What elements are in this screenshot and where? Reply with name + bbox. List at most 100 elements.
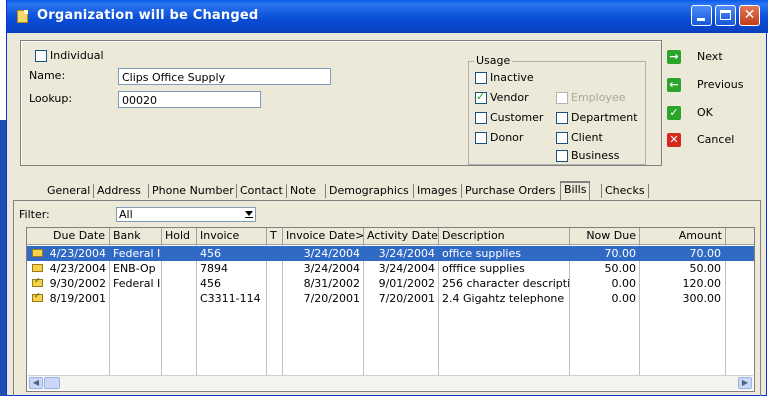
scroll-left-icon[interactable]: ◀ [29,377,43,389]
client-checkbox[interactable] [556,132,568,144]
individual-checkbox[interactable] [35,50,47,62]
client-label: Client [571,131,603,144]
previous-label: Previous [697,78,744,91]
vendor-label: Vendor [490,91,529,104]
donor-label: Donor [490,131,524,144]
minimize-icon [697,18,705,21]
vendor-checkbox[interactable] [475,90,487,104]
employee-checkbox [556,92,568,104]
column-header-due-date[interactable]: Due Date [27,228,110,245]
cell-due-date: 8/19/2001 [49,292,106,305]
cell-invoice-date: 3/24/2004 [303,247,360,260]
previous-button[interactable]: ← Previous [667,76,767,96]
cell-amount: 50.00 [689,262,722,275]
next-label: Next [697,50,723,63]
ok-button[interactable]: ✓ OK [667,104,767,124]
table-row[interactable]: 4/23/2004 ENB-Op 7894 3/24/2004 3/24/200… [27,261,754,276]
maximize-button[interactable] [715,5,736,26]
inactive-checkbox[interactable] [475,72,487,84]
scroll-right-icon[interactable]: ▶ [738,377,752,389]
donor-checkbox[interactable] [475,132,487,144]
cell-invoice: 456 [200,277,221,290]
tab-general[interactable]: General [44,184,93,198]
cell-activity-date: 3/24/2004 [378,262,435,275]
tab-bills[interactable]: Bills [560,181,591,201]
cell-activity-date: 7/20/2001 [378,292,435,305]
lookup-field[interactable]: 00020 [118,91,261,108]
cell-bank [113,291,161,306]
cell-now-due: 70.00 [604,247,637,260]
usage-title: Usage [474,54,513,67]
cell-invoice: 456 [200,247,221,260]
cancel-button[interactable]: ✕ Cancel [667,131,767,151]
scroll-thumb[interactable] [44,377,60,389]
business-label: Business [571,149,620,162]
cell-invoice-date: 7/20/2001 [303,292,360,305]
name-field[interactable]: Clips Office Supply [118,68,331,85]
tab-checks[interactable]: Checks [601,184,649,198]
employee-label: Employee [571,91,626,104]
cell-invoice-date: 3/24/2004 [303,262,360,275]
arrow-right-icon: → [667,50,681,64]
table-row[interactable]: 8/19/2001 C3311-114 7/20/2001 7/20/2001 … [27,291,754,306]
tab-address[interactable]: Address [93,184,144,198]
lookup-label: Lookup: [29,92,73,105]
cancel-label: Cancel [697,133,735,146]
filter-label: Filter: [19,208,50,221]
bills-table[interactable]: Due Date Bank Hold Invoice T Invoice Dat… [26,227,755,392]
horizontal-scrollbar[interactable]: ◀ ▶ [28,375,753,390]
column-header-bank[interactable]: Bank [110,228,162,245]
filter-value: All [119,208,133,221]
tab-images[interactable]: Images [413,184,460,198]
checkmark-icon: ✓ [667,106,681,120]
cell-due-date: 9/30/2002 [49,277,106,290]
column-header-description[interactable]: Description [439,228,570,245]
tab-phone-number[interactable]: Phone Number [148,184,237,198]
cell-now-due: 0.00 [611,292,637,305]
cell-activity-date: 3/24/2004 [378,247,435,260]
column-header-amount[interactable]: Amount [640,228,726,245]
cell-hold [165,261,195,276]
tab-demographics[interactable]: Demographics [325,184,412,198]
cell-bank: Federal I [113,277,161,290]
tab-note[interactable]: Note [286,184,319,198]
cell-description: 2.4 Gigahtz telephone [442,292,565,305]
cell-due-date: 4/23/2004 [49,262,106,275]
minimize-button[interactable] [691,5,712,26]
column-header-invoice-date[interactable]: Invoice Date> [283,228,364,245]
next-button[interactable]: → Next [667,48,767,68]
cell-now-due: 0.00 [611,277,637,290]
table-row[interactable]: 4/23/2004 Federal I 456 3/24/2004 3/24/2… [27,246,754,261]
column-header-invoice[interactable]: Invoice [197,228,267,245]
cell-hold [165,291,195,306]
customer-checkbox[interactable] [475,112,487,124]
column-header-hold[interactable]: Hold [162,228,197,245]
cell-amount: 70.00 [689,247,722,260]
cell-bank: Federal I [113,247,161,260]
customer-label: Customer [490,111,544,124]
cell-activity-date: 9/01/2002 [378,277,435,290]
column-header-now-due[interactable]: Now Due [570,228,640,245]
tab-contact[interactable]: Contact [236,184,286,198]
close-button[interactable]: ✕ [739,5,760,26]
column-header-activity-date[interactable]: Activity Date [364,228,439,245]
organization-panel: Individual Name: Clips Office Supply Loo… [20,40,662,166]
filter-select[interactable]: All [116,207,256,222]
usage-group: Usage Inactive Vendor Employee Customer … [468,54,646,165]
department-checkbox[interactable] [556,112,568,124]
cell-invoice-date: 8/31/2002 [303,277,360,290]
cell-invoice: C3311-114 [200,292,261,305]
cell-hold [165,276,195,291]
business-checkbox[interactable] [556,150,568,162]
name-label: Name: [29,69,66,82]
title-bar[interactable]: Organization will be Changed ✕ [7,0,768,33]
cell-now-due: 50.00 [604,262,637,275]
column-header-t[interactable]: T [267,228,283,245]
cell-amount: 300.00 [682,292,722,305]
table-row[interactable]: 9/30/2002 Federal I 456 8/31/2002 9/01/2… [27,276,754,291]
cell-invoice: 7894 [200,262,228,275]
cell-description: 256 character descriptic [442,277,569,290]
window-title: Organization will be Changed [37,8,259,23]
dropdown-arrow-icon[interactable] [245,211,253,218]
tab-purchase-orders[interactable]: Purchase Orders [461,184,558,198]
